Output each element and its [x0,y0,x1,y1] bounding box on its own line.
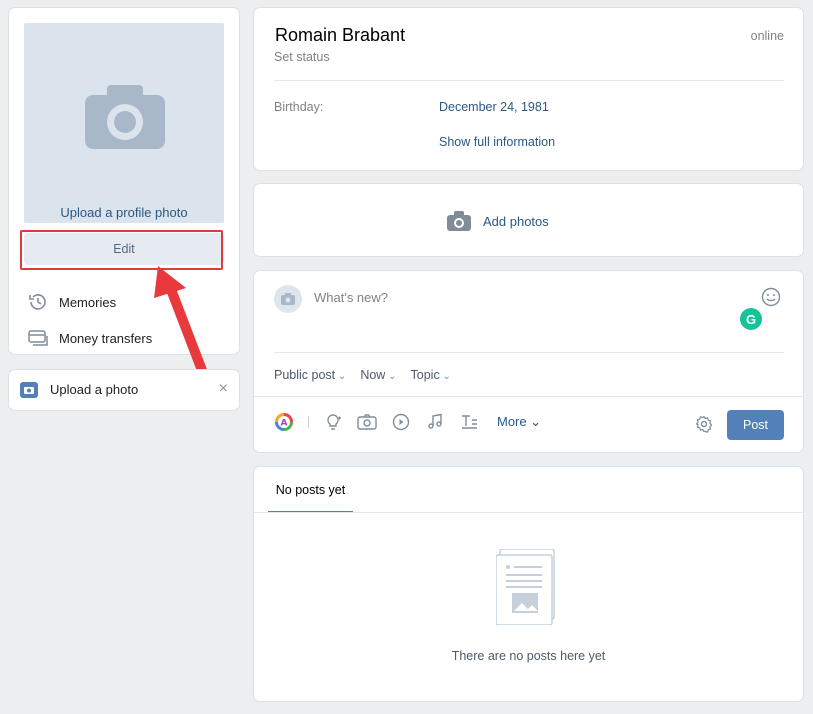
grammarly-icon[interactable]: G [740,308,762,330]
upload-photo-label: Upload a photo [50,382,139,397]
music-icon[interactable] [425,412,445,432]
empty-state-text: There are no posts here yet [451,649,606,663]
edit-button[interactable]: Edit [24,233,224,265]
online-status: online [750,29,784,43]
post-options: Public post Now Topic [274,368,451,382]
sidebar-item-label: Memories [59,294,117,310]
wall-feed: No posts yet There are no posts here yet [254,467,803,701]
post-composer: What's new? G Public post Now Topic A [254,271,803,452]
divider [254,512,803,513]
divider [274,80,784,81]
privacy-dropdown[interactable]: Public post [274,368,346,382]
sidebar-item-money-transfers[interactable]: Money transfers [27,326,152,350]
text-format-icon[interactable] [459,412,479,432]
add-photos-card: Add photos [254,184,803,256]
camera-icon [281,293,295,305]
add-photos-label: Add photos [483,213,549,229]
emoji-icon[interactable] [761,287,781,307]
page-title: Romain Brabant [275,25,406,45]
show-full-info-link[interactable]: Show full information [439,135,555,149]
svg-text:A: A [281,419,288,429]
document-icon [496,549,555,625]
camera-icon [85,85,165,149]
gear-icon[interactable] [695,415,713,433]
photo-icon[interactable] [357,412,377,432]
upload-photo-card[interactable]: Upload a photo × [9,370,239,410]
tab-no-posts[interactable]: No posts yet [268,467,353,513]
camera-icon [20,382,38,398]
time-dropdown[interactable]: Now [360,368,396,382]
set-status-link[interactable]: Set status [274,50,330,64]
idea-icon[interactable] [323,412,343,432]
toolbar-separator [308,416,309,428]
profile-info-card: Romain Brabant Set status online Birthda… [254,8,803,170]
divider [274,352,784,353]
add-photos-button[interactable]: Add photos [447,211,549,231]
sidebar-item-memories[interactable]: Memories [27,290,116,314]
post-button[interactable]: Post [727,410,784,440]
video-icon[interactable] [391,412,411,432]
attachment-toolbar: A More ⌄ [274,412,541,432]
card-icon [27,327,49,349]
birthday-value[interactable]: December 24, 1981 [439,100,549,114]
post-input[interactable]: What's new? [314,290,388,305]
avatar [274,285,302,313]
sidebar-item-label: Money transfers [59,330,153,346]
upload-profile-photo-link[interactable]: Upload a profile photo [24,205,224,220]
divider [254,396,803,397]
more-dropdown[interactable]: More ⌄ [497,414,541,430]
camera-icon [447,211,471,231]
profile-photo-placeholder[interactable]: Upload a profile photo [24,23,224,223]
birthday-label: Birthday: [274,100,324,114]
history-icon [27,291,49,313]
close-icon[interactable]: × [219,380,228,398]
topic-dropdown[interactable]: Topic [411,368,451,382]
color-palette-icon[interactable]: A [274,412,294,432]
